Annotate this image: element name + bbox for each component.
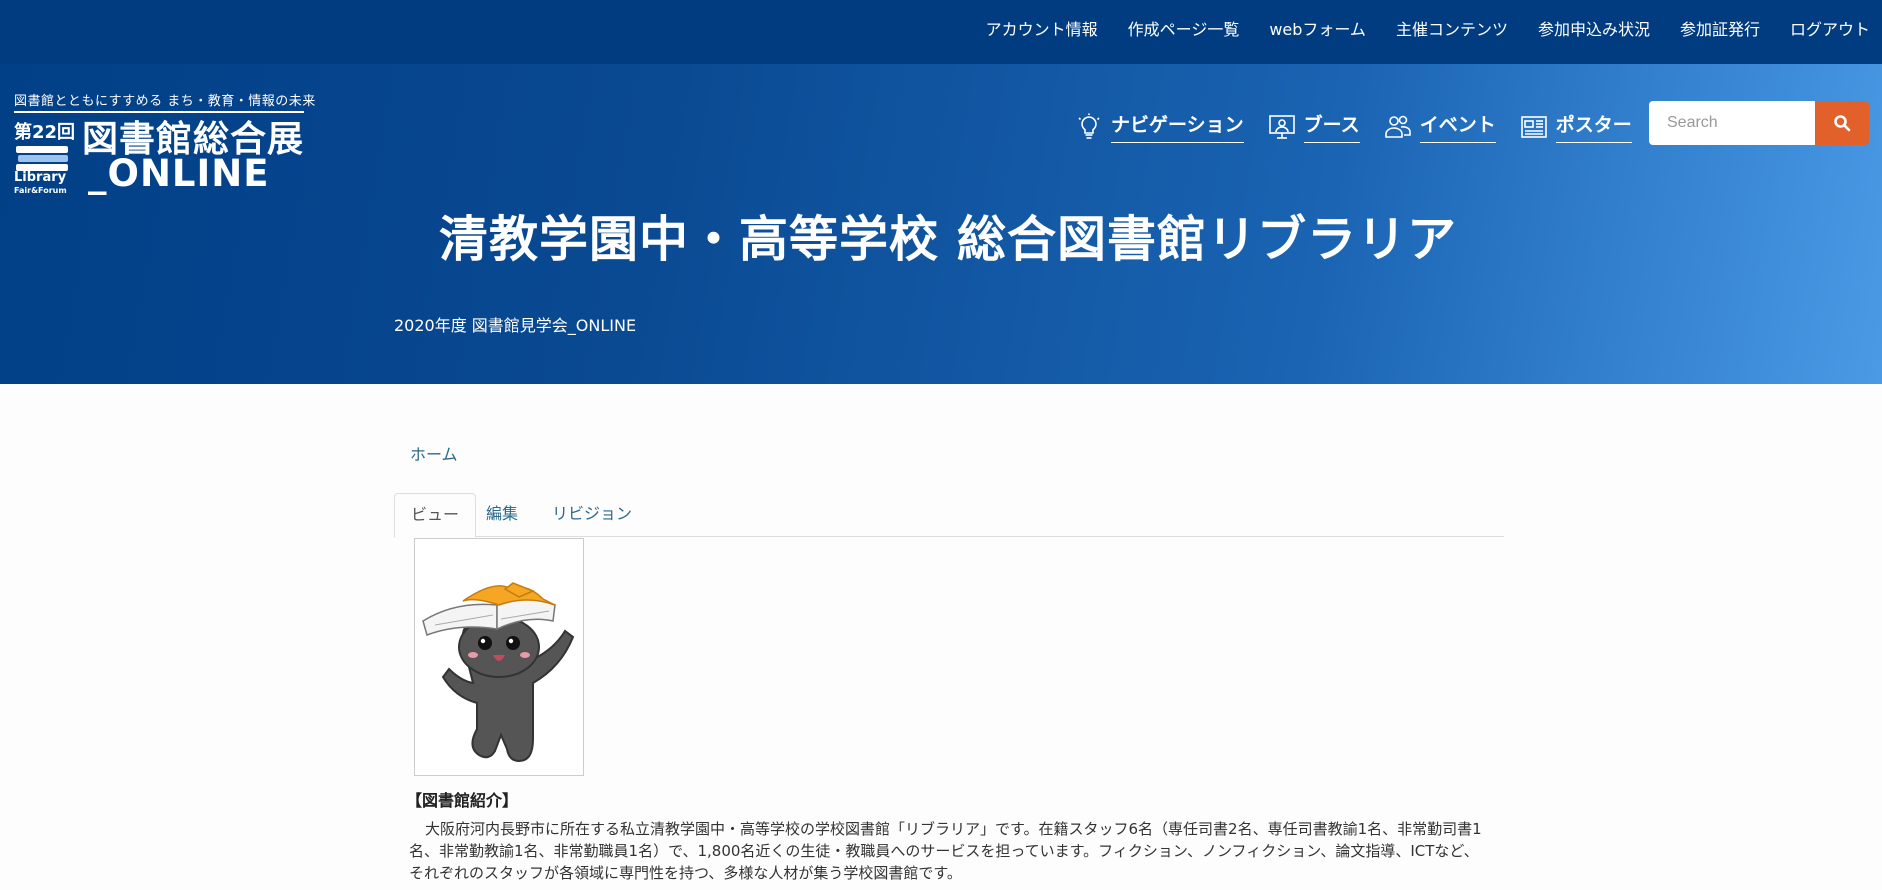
main-nav: ナビゲーション ブース イベント ポスター	[1075, 110, 1656, 143]
section-heading: 【図書館紹介】	[406, 791, 519, 810]
page-subtitle: 2020年度 図書館見学会_ONLINE	[394, 316, 637, 335]
top-bar: アカウント情報 作成ページ一覧 webフォーム 主催コンテンツ 参加申込み状況 …	[0, 0, 1882, 64]
nav-item-booth-label: ブース	[1303, 110, 1360, 143]
lightbulb-icon	[1078, 113, 1100, 139]
search-button[interactable]	[1815, 101, 1869, 145]
nav-item-poster[interactable]: ポスター	[1520, 110, 1632, 143]
tab-view[interactable]: ビュー	[394, 493, 477, 538]
created-pages-link[interactable]: 作成ページ一覧	[1128, 16, 1240, 40]
mascot-image	[414, 538, 584, 776]
account-nav: アカウント情報 作成ページ一覧 webフォーム 主催コンテンツ 参加申込み状況 …	[956, 0, 1870, 56]
account-info-link[interactable]: アカウント情報	[986, 16, 1098, 40]
webform-link[interactable]: webフォーム	[1269, 16, 1366, 40]
breadcrumb-home[interactable]: ホーム	[410, 441, 458, 465]
tab-revisions[interactable]: リビジョン	[536, 493, 648, 537]
nav-item-navigation-label: ナビゲーション	[1111, 110, 1244, 143]
cat-mascot-icon	[422, 582, 575, 763]
search-icon	[1834, 115, 1851, 132]
site-logo[interactable]: 図書館とともにすすめる まち・教育・情報の未来 第22回 Library Fai…	[14, 90, 315, 200]
organizer-content-link[interactable]: 主催コンテンツ	[1396, 16, 1508, 40]
search-form	[1649, 101, 1869, 145]
nav-item-event[interactable]: イベント	[1384, 110, 1496, 143]
logout-link[interactable]: ログアウト	[1790, 16, 1870, 40]
newspaper-icon	[1520, 115, 1547, 138]
nav-item-poster-label: ポスター	[1555, 110, 1632, 143]
local-tasks-tabs: ビュー 編集 リビジョン	[394, 493, 1504, 538]
participation-certificate-link[interactable]: 参加証発行	[1680, 16, 1760, 40]
library-introduction: 大阪府河内長野市に所在する私立清教学園中・高等学校の学校図書館「リブラリア」です…	[409, 820, 1482, 882]
nav-item-event-label: イベント	[1419, 110, 1496, 143]
registration-status-link[interactable]: 参加申込み状況	[1538, 16, 1650, 40]
logo-fair-text: Fair&Forum	[14, 186, 67, 195]
hero-banner: 図書館とともにすすめる まち・教育・情報の未来 第22回 Library Fai…	[0, 64, 1882, 384]
nav-item-booth[interactable]: ブース	[1268, 110, 1360, 143]
logo-library-text: Library	[14, 170, 67, 185]
logo-online: _ONLINE	[88, 152, 270, 195]
logo-edition: 第22回	[14, 122, 76, 143]
search-input[interactable]	[1649, 101, 1815, 145]
nav-item-navigation[interactable]: ナビゲーション	[1075, 110, 1244, 143]
people-icon	[1384, 115, 1411, 138]
presenter-icon	[1268, 114, 1295, 139]
tab-edit[interactable]: 編集	[470, 493, 534, 537]
page-title: 清教学園中・高等学校 総合図書館リブラリア	[438, 211, 1458, 268]
